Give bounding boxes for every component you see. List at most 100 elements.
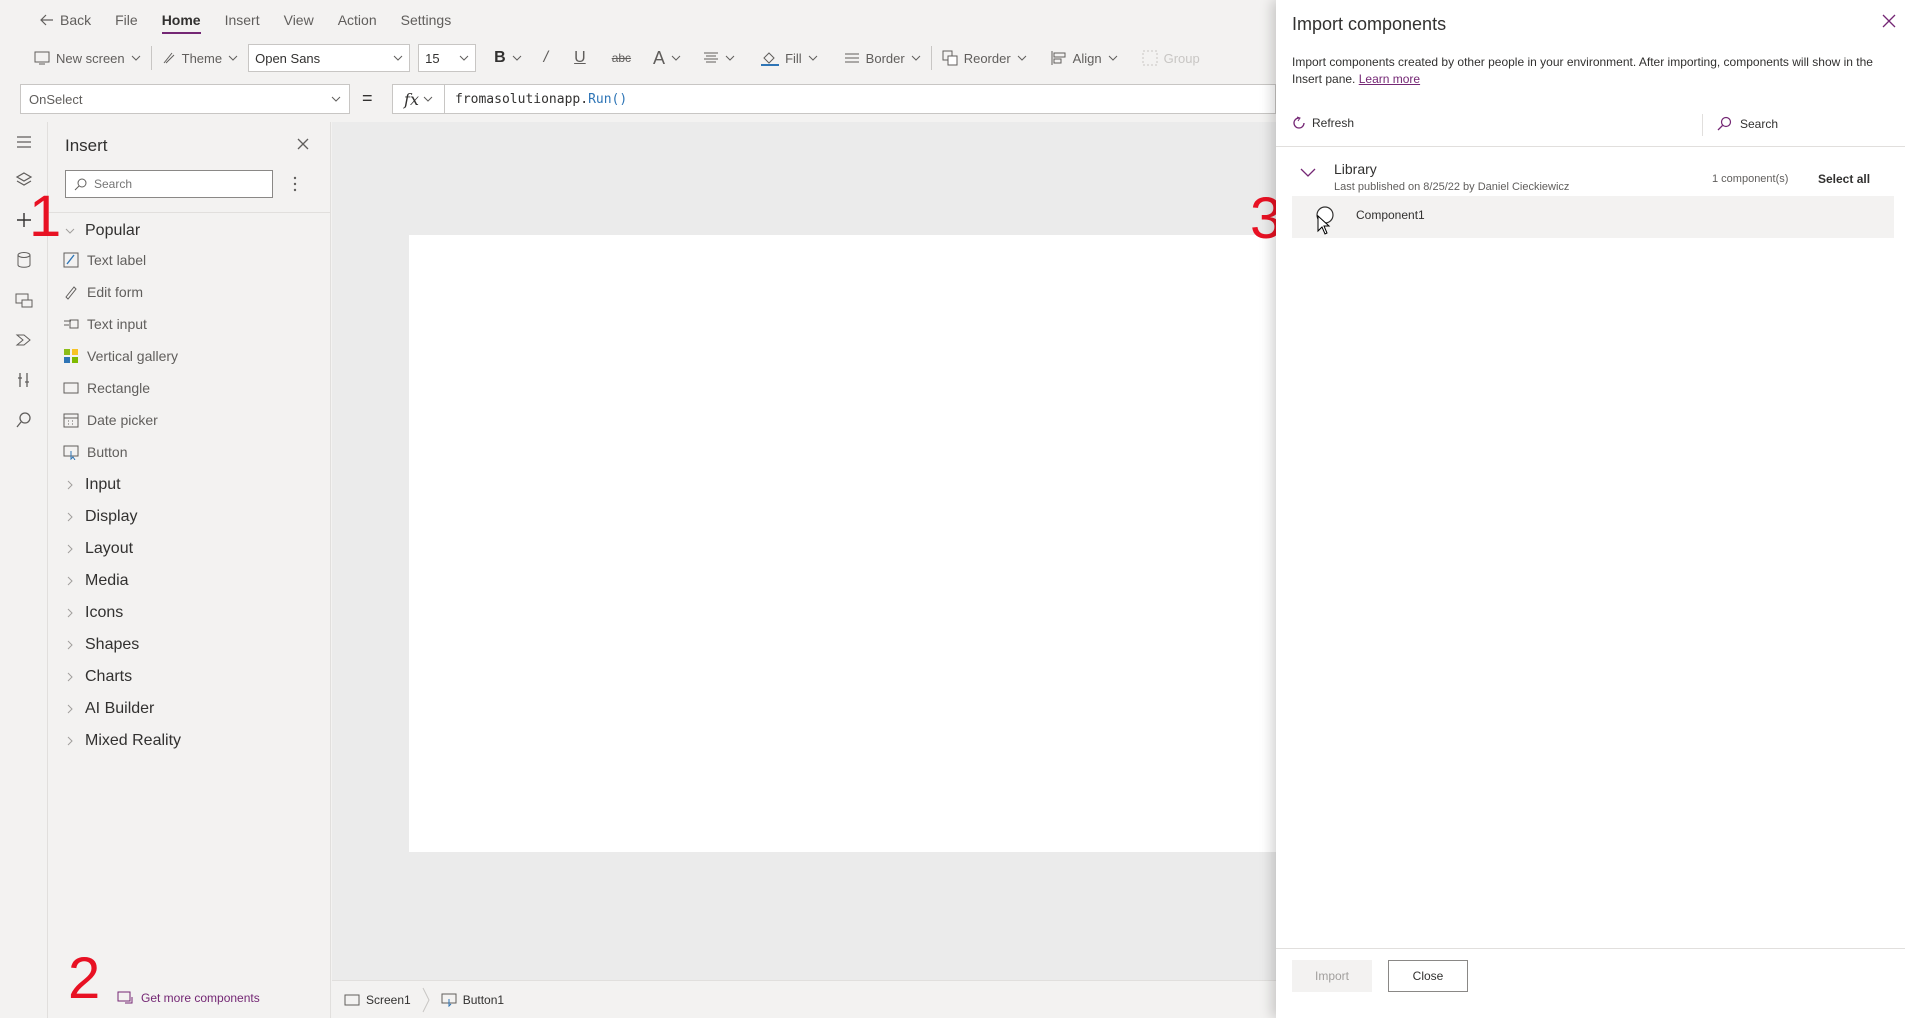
insert-item-button[interactable]: Button bbox=[63, 444, 127, 460]
category-mixed-reality[interactable]: Mixed Reality bbox=[65, 732, 181, 750]
app-screen-canvas[interactable] bbox=[409, 235, 1276, 852]
category-media[interactable]: Media bbox=[65, 572, 129, 590]
reorder-button[interactable]: Reorder bbox=[936, 43, 1033, 73]
insert-item-rectangle[interactable]: Rectangle bbox=[63, 380, 150, 396]
import-button[interactable]: Import bbox=[1292, 960, 1372, 992]
chevron-down-icon bbox=[808, 55, 818, 61]
refresh-button[interactable]: Refresh bbox=[1292, 116, 1354, 130]
new-screen-button[interactable]: New screen bbox=[28, 43, 147, 73]
insert-search-box[interactable] bbox=[65, 170, 273, 198]
formula-prefix: fromasolutionapp. bbox=[455, 91, 589, 107]
insert-item-edit-form[interactable]: Edit form bbox=[63, 284, 143, 300]
advanced-tools-icon[interactable] bbox=[14, 370, 34, 390]
underline-button[interactable]: U bbox=[568, 43, 592, 73]
toolbar-divider bbox=[930, 46, 932, 70]
menu-bar: Back File Home Insert View Action Settin… bbox=[0, 0, 1276, 40]
menu-insert[interactable]: Insert bbox=[213, 0, 272, 40]
font-color-button[interactable]: A bbox=[647, 43, 687, 73]
font-size-dropdown[interactable]: 15 bbox=[418, 44, 477, 72]
chevron-down-icon bbox=[725, 55, 735, 61]
get-more-components-link[interactable]: Get more components bbox=[117, 991, 260, 1005]
power-automate-icon[interactable] bbox=[14, 330, 34, 350]
font-family-dropdown[interactable]: Open Sans bbox=[248, 44, 411, 72]
refresh-icon bbox=[1293, 116, 1305, 129]
insert-item-vertical-gallery[interactable]: Vertical gallery bbox=[63, 348, 178, 364]
back-label: Back bbox=[60, 12, 92, 28]
close-icon[interactable] bbox=[1882, 14, 1896, 28]
fx-icon: fx bbox=[404, 89, 419, 109]
text-label-icon bbox=[63, 252, 79, 268]
italic-icon: / bbox=[543, 49, 549, 66]
category-label: Layout bbox=[85, 540, 134, 557]
breadcrumb-screen[interactable]: Screen1 bbox=[344, 993, 411, 1007]
category-label: Media bbox=[85, 572, 129, 589]
media-icon[interactable] bbox=[14, 290, 34, 310]
hamburger-menu-icon[interactable] bbox=[14, 132, 34, 152]
category-label: Icons bbox=[85, 604, 124, 621]
category-input[interactable]: Input bbox=[65, 476, 121, 494]
insert-item-label: Edit form bbox=[87, 284, 144, 300]
chevron-right-icon bbox=[67, 608, 73, 618]
category-charts[interactable]: Charts bbox=[65, 668, 132, 686]
bold-button[interactable]: B bbox=[488, 43, 528, 73]
divider bbox=[1702, 114, 1703, 136]
learn-more-link[interactable]: Learn more bbox=[1359, 72, 1420, 86]
menu-file[interactable]: File bbox=[103, 0, 150, 40]
component-row[interactable]: Component1 bbox=[1292, 196, 1894, 238]
italic-button[interactable]: / bbox=[538, 43, 554, 73]
menu-home[interactable]: Home bbox=[150, 0, 213, 40]
formula-input[interactable]: fromasolutionapp. Run() bbox=[444, 84, 1276, 114]
insert-item-text-label[interactable]: Text label bbox=[63, 252, 146, 268]
back-button[interactable]: Back bbox=[28, 0, 103, 40]
select-all-button[interactable]: Select all bbox=[1818, 172, 1870, 186]
formula-function: Run() bbox=[588, 91, 628, 107]
strikethrough-button[interactable]: abc bbox=[606, 43, 637, 73]
chevron-down-icon bbox=[671, 55, 681, 61]
close-button[interactable]: Close bbox=[1388, 960, 1468, 992]
menu-action[interactable]: Action bbox=[326, 0, 389, 40]
divider bbox=[49, 212, 331, 213]
theme-button[interactable]: Theme bbox=[156, 43, 244, 73]
refresh-label: Refresh bbox=[1312, 116, 1355, 130]
category-label: Popular bbox=[85, 222, 141, 239]
breadcrumb-control[interactable]: Button1 bbox=[441, 993, 504, 1007]
library-published: Last published on 8/25/22 by Daniel Ciec… bbox=[1334, 181, 1570, 193]
insert-search-input[interactable] bbox=[94, 177, 254, 191]
more-options-icon[interactable] bbox=[293, 176, 297, 192]
panel-description: Import components created by other peopl… bbox=[1292, 54, 1897, 88]
category-layout[interactable]: Layout bbox=[65, 540, 133, 558]
category-icons[interactable]: Icons bbox=[65, 604, 123, 622]
category-ai-builder[interactable]: AI Builder bbox=[65, 700, 154, 718]
category-popular[interactable]: Popular bbox=[65, 222, 140, 240]
fill-button[interactable]: Fill bbox=[755, 43, 824, 73]
property-dropdown[interactable]: OnSelect bbox=[20, 84, 350, 114]
component-name: Component1 bbox=[1356, 208, 1425, 222]
chevron-right-icon bbox=[422, 987, 430, 1012]
text-align-button[interactable] bbox=[697, 43, 741, 73]
font-color-icon: A bbox=[653, 47, 666, 68]
menu-settings[interactable]: Settings bbox=[389, 0, 464, 40]
menu-view[interactable]: View bbox=[272, 0, 326, 40]
panel-search[interactable]: Search bbox=[1716, 116, 1778, 132]
fx-button[interactable]: fx bbox=[392, 84, 444, 114]
ribbon-toolbar: New screen Theme Open Sans 15 B / U abc … bbox=[0, 40, 1276, 76]
insert-item-label: Date picker bbox=[87, 412, 158, 428]
category-display[interactable]: Display bbox=[65, 508, 137, 526]
rectangle-icon bbox=[63, 382, 79, 394]
group-button[interactable]: Group bbox=[1136, 43, 1206, 73]
underline-icon: U bbox=[574, 49, 586, 66]
align-button[interactable]: Align bbox=[1045, 43, 1124, 73]
category-label: AI Builder bbox=[85, 700, 155, 717]
breadcrumb: Screen1 Button1 bbox=[332, 980, 1276, 1018]
chevron-down-icon[interactable] bbox=[1300, 168, 1316, 178]
insert-item-text-input[interactable]: Text input bbox=[63, 316, 147, 332]
border-button[interactable]: Border bbox=[838, 43, 927, 73]
search-icon[interactable] bbox=[14, 410, 34, 430]
chevron-right-icon bbox=[67, 640, 73, 650]
paint-bucket-icon bbox=[761, 52, 780, 66]
category-shapes[interactable]: Shapes bbox=[65, 636, 139, 654]
insert-item-date-picker[interactable]: Date picker bbox=[63, 412, 158, 428]
chevron-down-icon bbox=[131, 55, 140, 61]
close-icon[interactable] bbox=[295, 136, 311, 152]
data-icon[interactable] bbox=[14, 250, 34, 270]
